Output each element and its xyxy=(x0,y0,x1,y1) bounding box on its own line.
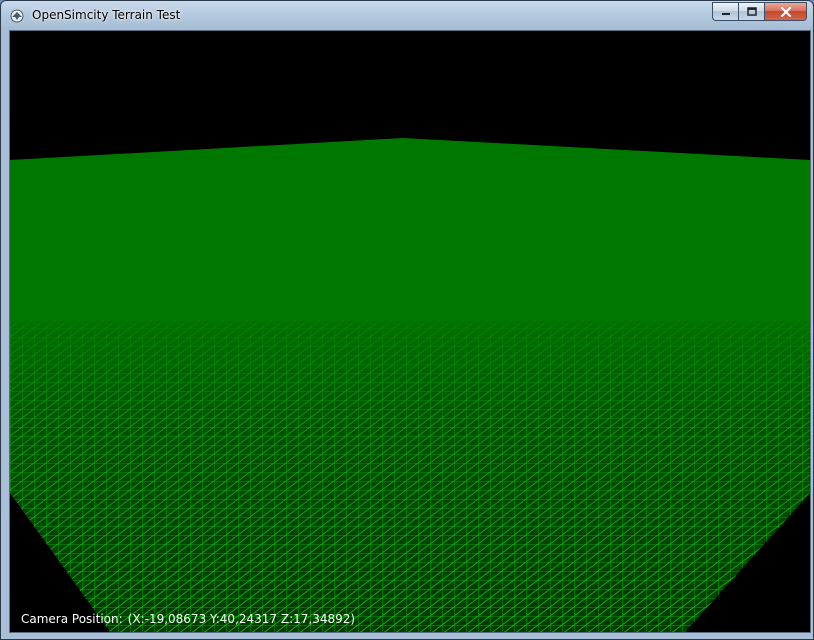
terrain-render xyxy=(10,31,810,632)
maximize-button[interactable] xyxy=(738,2,764,21)
app-window: OpenSimcity Terrain Test Camera Position… xyxy=(0,0,814,640)
minimize-button[interactable] xyxy=(712,2,738,21)
title-bar[interactable]: OpenSimcity Terrain Test xyxy=(1,1,813,29)
maximize-icon xyxy=(746,7,757,16)
terrain-far-plane xyxy=(10,138,810,321)
camera-position-readout: Camera Position: (X:-19,08673 Y:40,24317 … xyxy=(21,612,355,626)
render-viewport[interactable]: Camera Position: (X:-19,08673 Y:40,24317 … xyxy=(9,30,811,633)
terrain-haze xyxy=(10,321,810,632)
caption-buttons xyxy=(712,2,807,21)
minimize-icon xyxy=(721,12,730,15)
close-icon xyxy=(780,6,791,17)
app-icon xyxy=(10,9,24,23)
camera-position-label: Camera Position: xyxy=(21,612,123,626)
close-button[interactable] xyxy=(764,2,807,21)
window-title: OpenSimcity Terrain Test xyxy=(32,8,181,22)
camera-position-coordinates: (X:-19,08673 Y:40,24317 Z:17,34892) xyxy=(127,612,356,626)
